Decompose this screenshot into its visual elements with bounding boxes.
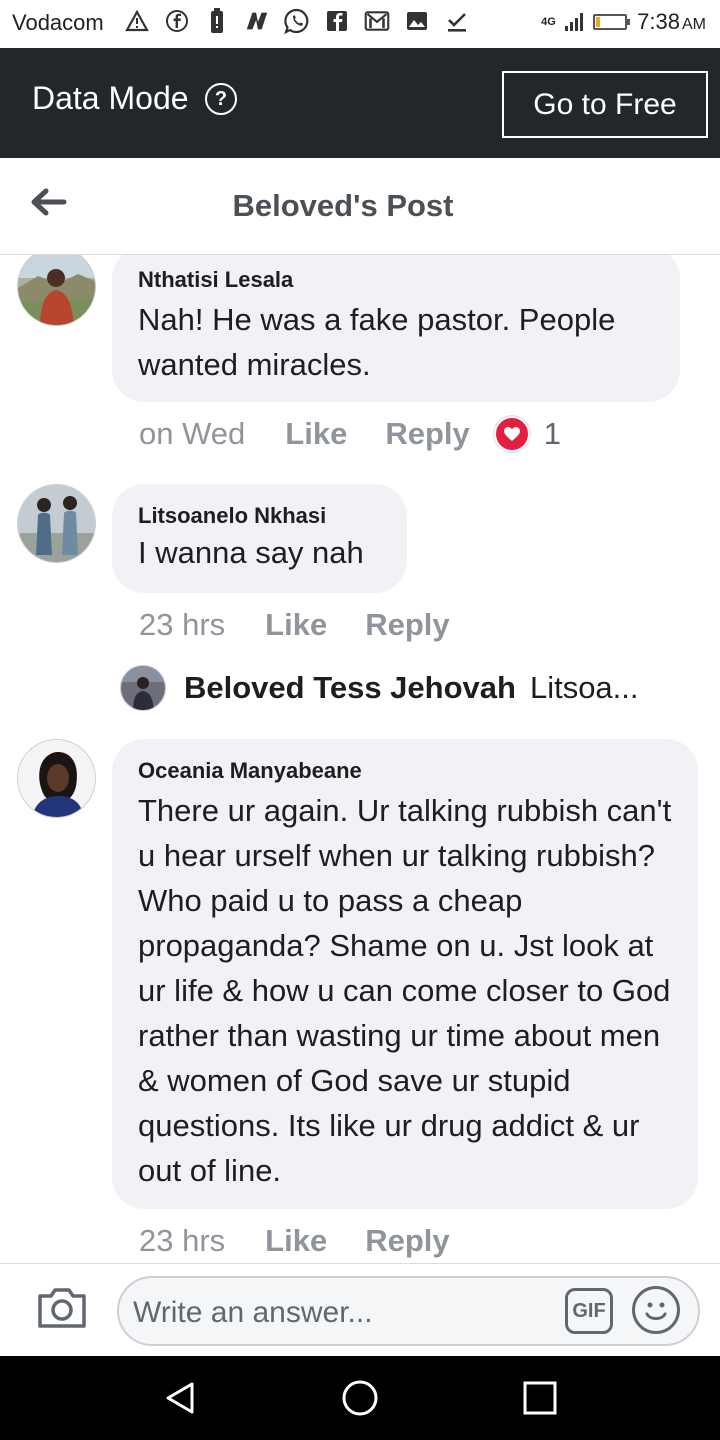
gmail-icon bbox=[364, 8, 390, 34]
reply-snippet: Litsoa... bbox=[529, 670, 639, 705]
like-button[interactable]: Like bbox=[285, 416, 347, 452]
page-title: Beloved's Post bbox=[232, 188, 454, 223]
whatsapp-icon bbox=[284, 8, 310, 34]
comment-text: I wanna say nah bbox=[138, 535, 364, 570]
love-reaction-icon bbox=[493, 416, 530, 452]
like-button[interactable]: Like bbox=[265, 607, 327, 643]
comment-author[interactable]: Litsoanelo Nkhasi bbox=[138, 503, 381, 529]
comment-text: There ur again. Ur talking rubbish can't… bbox=[138, 793, 672, 1188]
download-done-icon bbox=[444, 8, 470, 34]
clock-ampm: AM bbox=[682, 16, 706, 33]
comment-actions: 23 hrs Like Reply bbox=[139, 607, 450, 643]
comments-feed[interactable]: Nthatisi Lesala Nah! He was a fake pasto… bbox=[0, 255, 720, 1263]
comment-author[interactable]: Nthatisi Lesala bbox=[138, 267, 654, 293]
comment-bubble[interactable]: Litsoanelo Nkhasi I wanna say nah bbox=[112, 484, 407, 593]
battery-icon bbox=[593, 14, 631, 30]
notification-icons bbox=[124, 8, 470, 34]
image-icon bbox=[404, 8, 430, 34]
clock-time: 7:38 bbox=[637, 9, 680, 34]
comment-time[interactable]: 23 hrs bbox=[139, 1223, 225, 1259]
network-type-icon: 4G bbox=[541, 16, 556, 28]
comment-composer: Write an answer... GIF bbox=[0, 1263, 720, 1357]
comment-actions: 23 hrs Like Reply bbox=[139, 1223, 450, 1259]
avatar[interactable] bbox=[17, 739, 96, 818]
camera-icon[interactable] bbox=[36, 1286, 88, 1330]
avatar[interactable] bbox=[120, 665, 166, 711]
facebook-lite-icon bbox=[324, 8, 350, 34]
help-icon[interactable]: ? bbox=[205, 83, 237, 115]
data-mode-bar: Data Mode ? Go to Free bbox=[0, 48, 720, 158]
comment-bubble[interactable]: Nthatisi Lesala Nah! He was a fake pasto… bbox=[112, 255, 680, 402]
emoji-icon[interactable] bbox=[632, 1286, 680, 1334]
recents-nav-icon[interactable] bbox=[522, 1380, 558, 1416]
reply-author[interactable]: Beloved Tess Jehovah bbox=[184, 670, 516, 706]
reply-button[interactable]: Reply bbox=[365, 607, 449, 643]
comment-text: Nah! He was a fake pastor. People wanted… bbox=[138, 302, 616, 382]
reply-button[interactable]: Reply bbox=[365, 1223, 449, 1259]
comment-author[interactable]: Oceania Manyabeane bbox=[138, 758, 672, 784]
carrier-name: Vodacom bbox=[12, 10, 104, 35]
avatar[interactable] bbox=[17, 484, 96, 563]
reaction-count: 1 bbox=[543, 416, 561, 451]
clock: 7:38 AM bbox=[637, 9, 706, 35]
reply-preview[interactable]: Beloved Tess Jehovah Litsoa... bbox=[120, 665, 639, 711]
comment-input-placeholder: Write an answer... bbox=[133, 1296, 373, 1329]
reaction-summary[interactable]: 1 bbox=[493, 416, 561, 452]
signal-icon bbox=[565, 13, 584, 31]
battery-saver-icon bbox=[204, 8, 230, 34]
status-right: 4G 7:38 AM bbox=[541, 9, 706, 35]
avatar[interactable] bbox=[17, 255, 96, 326]
comment-actions: on Wed Like Reply 1 bbox=[139, 416, 561, 452]
facebook-icon bbox=[164, 8, 190, 34]
warning-icon bbox=[124, 8, 150, 34]
comment-time[interactable]: 23 hrs bbox=[139, 607, 225, 643]
status-bar: Vodacom 4G 7:38 AM bbox=[0, 0, 720, 48]
data-mode-label: Data Mode bbox=[32, 80, 189, 116]
comment-time[interactable]: on Wed bbox=[139, 416, 245, 452]
go-to-free-button[interactable]: Go to Free bbox=[502, 71, 708, 138]
nfc-icon bbox=[244, 8, 270, 34]
comment-bubble[interactable]: Oceania Manyabeane There ur again. Ur ta… bbox=[112, 739, 698, 1209]
reply-button[interactable]: Reply bbox=[385, 416, 469, 452]
page-header: Beloved's Post bbox=[0, 158, 720, 255]
home-nav-icon[interactable] bbox=[340, 1378, 380, 1418]
like-button[interactable]: Like bbox=[265, 1223, 327, 1259]
gif-button[interactable]: GIF bbox=[565, 1288, 613, 1334]
back-nav-icon[interactable] bbox=[160, 1378, 200, 1418]
system-nav-bar bbox=[0, 1356, 720, 1440]
comment-input[interactable]: Write an answer... GIF bbox=[117, 1276, 700, 1346]
